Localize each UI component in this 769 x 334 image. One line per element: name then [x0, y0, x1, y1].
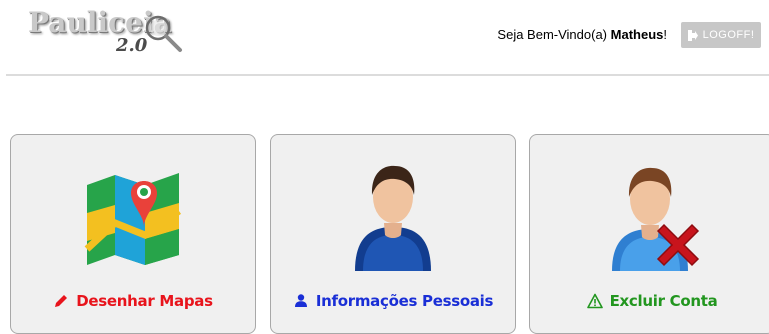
header: Pauliceia 2.0 Seja Bem-Vindo(a) Matheus!…	[0, 0, 769, 76]
welcome-message: Seja Bem-Vindo(a) Matheus!	[497, 27, 667, 42]
logoff-button[interactable]: LOGOFF!	[681, 22, 761, 48]
logoff-label: LOGOFF!	[702, 29, 755, 41]
draw-maps-card[interactable]: Desenhar Mapas	[10, 134, 256, 334]
draw-maps-label: Desenhar Mapas	[76, 292, 213, 310]
personal-info-card[interactable]: Informações Pessoais	[270, 134, 516, 334]
delete-account-label-group: Excluir Conta	[530, 292, 769, 310]
delete-account-card[interactable]: Excluir Conta	[529, 134, 769, 334]
user-icon	[294, 294, 307, 307]
header-divider	[6, 74, 769, 76]
logout-icon	[687, 29, 698, 41]
logo[interactable]: Pauliceia 2.0	[28, 6, 182, 58]
personal-info-label-group: Informações Pessoais	[271, 292, 515, 310]
map-icon	[84, 173, 182, 265]
delete-account-label: Excluir Conta	[609, 292, 718, 310]
welcome-suffix: !	[663, 27, 667, 42]
personal-info-label: Informações Pessoais	[315, 292, 494, 310]
welcome-prefix: Seja Bem-Vindo(a)	[497, 27, 611, 42]
warning-icon	[586, 293, 603, 309]
user-name: Matheus	[610, 27, 664, 42]
draw-maps-label-group: Desenhar Mapas	[11, 292, 255, 310]
delete-user-icon	[612, 167, 700, 271]
pencil-icon	[55, 295, 68, 307]
logo-version: 2.0	[116, 35, 148, 56]
person-icon	[355, 165, 431, 271]
